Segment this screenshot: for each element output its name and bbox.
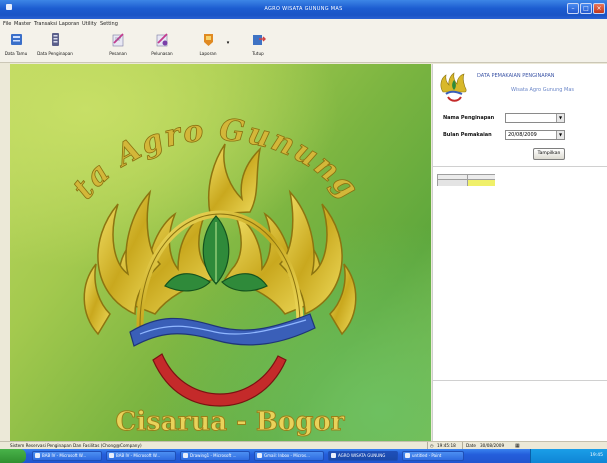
taskbar-item[interactable]: BAB IV - Microsoft W... — [106, 451, 176, 461]
chevron-down-icon: ▾ — [226, 40, 230, 46]
data-tamu-label: Data Tamu — [4, 51, 28, 56]
title-bar[interactable]: AGRO WISATA GUNUNG MAS – □ × — [0, 0, 607, 19]
nama-penginapan-label: Nama Penginapan — [443, 115, 495, 121]
toolbar: Data Tamu Data Penginapan Pesanan Peluna… — [0, 30, 607, 63]
laporan-dropdown-button[interactable]: ▾ — [224, 32, 232, 61]
menu-utility[interactable]: Utility — [82, 21, 97, 27]
bulan-pemakaian-select[interactable]: 20/08/2009 ▼ — [505, 130, 565, 140]
pesanan-label: Pesanan — [109, 51, 127, 56]
status-date-label: Date — [466, 443, 477, 448]
app-icon — [331, 453, 336, 458]
status-time: 19:45:18 — [437, 443, 456, 448]
menu-file[interactable]: File — [3, 21, 11, 27]
window-title: AGRO WISATA GUNUNG MAS — [264, 6, 343, 12]
location-text: Cisarua - Bogor — [116, 407, 345, 437]
taskbar: BAB IV - Microsoft W... BAB IV - Microso… — [0, 449, 607, 463]
panel-subtitle: Wisata Agro Gunung Mas — [511, 87, 574, 93]
main-window: AGRO WISATA GUNUNG MAS – □ × File Master… — [0, 0, 607, 449]
taskbar-item[interactable]: BAB IV - Microsoft W... — [32, 451, 102, 461]
taskbar-item-active[interactable]: AGRO WISATA GUNUNG — [328, 451, 398, 461]
taskbar-item-label: Drawing1 - Microsoft ... — [190, 453, 237, 458]
taskbar-item-label: BAB IV - Microsoft W... — [116, 453, 161, 458]
mini-logo-icon — [440, 72, 467, 102]
menu-bar: File Master Transaksi Laporan Utility Se… — [0, 19, 607, 30]
menu-transaksi[interactable]: Transaksi — [34, 21, 57, 27]
word-icon — [35, 453, 40, 458]
data-tamu-button[interactable]: Data Tamu — [2, 32, 30, 61]
minimize-icon[interactable]: – — [567, 3, 579, 14]
status-bar: Sistem Reservasi Penginapan Dan Fasilita… — [0, 441, 607, 449]
taskbar-item[interactable]: Gmail: Inbox - Micros... — [254, 451, 324, 461]
pelunasan-label: Pelunasan — [151, 51, 173, 56]
agro-wisata-logo: Wisata Agro Gunung Mas — [10, 64, 375, 437]
chevron-down-icon[interactable]: ▼ — [556, 114, 564, 122]
order-icon — [112, 33, 124, 47]
status-text: Sistem Reservasi Penginapan Dan Fasilita… — [10, 443, 142, 448]
menu-laporan[interactable]: Laporan — [59, 21, 79, 27]
bulan-pemakaian-value: 20/08/2009 — [508, 132, 537, 138]
payment-icon — [156, 33, 168, 47]
grid-selected-cell[interactable] — [468, 180, 495, 186]
taskbar-item-label: untitled - Paint — [412, 453, 442, 458]
panel-divider — [433, 166, 607, 167]
taskbar-item[interactable]: Drawing1 - Microsoft ... — [180, 451, 250, 461]
nama-penginapan-select[interactable]: ▼ — [505, 113, 565, 123]
grid-row-header — [438, 180, 468, 186]
tampilkan-button[interactable]: Tampilkan — [533, 148, 565, 160]
report-icon — [203, 34, 213, 46]
tutup-button[interactable]: Tutup — [246, 32, 270, 61]
taskbar-item-label: BAB IV - Microsoft W... — [42, 453, 87, 458]
menu-setting[interactable]: Setting — [100, 21, 118, 27]
pesanan-button[interactable]: Pesanan — [104, 32, 132, 61]
browser-icon — [257, 453, 262, 458]
visio-icon — [183, 453, 188, 458]
panel-divider — [433, 380, 607, 381]
tray-clock: 19:45 — [590, 453, 603, 458]
maximize-icon[interactable]: □ — [580, 3, 592, 14]
panel-title: DATA PEMAKAIAN PENGINAPAN — [477, 73, 555, 79]
clock-icon: ◷ — [430, 443, 434, 448]
guest-icon — [10, 34, 22, 45]
data-pemakaian-panel: DATA PEMAKAIAN PENGINAPAN Wisata Agro Gu… — [432, 64, 607, 442]
arc-logo-text: Wisata Agro Gunung Mas — [10, 64, 373, 217]
start-button[interactable] — [0, 449, 26, 463]
close-icon[interactable]: × — [593, 3, 605, 14]
laporan-button[interactable]: Laporan — [194, 32, 222, 61]
lodging-icon — [51, 33, 59, 46]
result-grid[interactable] — [437, 174, 495, 186]
pelunasan-button[interactable]: Pelunasan — [146, 32, 178, 61]
status-divider — [462, 442, 463, 449]
laporan-label: Laporan — [199, 51, 217, 56]
taskbar-item-label: Gmail: Inbox - Micros... — [264, 453, 310, 458]
status-date: 30/08/2009 — [480, 443, 505, 448]
data-penginapan-label: Data Penginapan — [37, 51, 73, 56]
chevron-down-icon[interactable]: ▼ — [556, 131, 564, 139]
svg-text:Wisata Agro Gunung Mas: Wisata Agro Gunung Mas — [10, 64, 375, 217]
close-app-icon — [252, 35, 266, 45]
menu-master[interactable]: Master — [14, 21, 31, 27]
bulan-pemakaian-label: Bulan Pemakaian — [443, 132, 492, 138]
logo-canvas: Wisata Agro Gunung Mas — [10, 64, 431, 442]
data-penginapan-button[interactable]: Data Penginapan — [34, 32, 76, 61]
word-icon — [109, 453, 114, 458]
taskbar-item-label: AGRO WISATA GUNUNG — [338, 453, 386, 458]
status-divider — [427, 442, 428, 449]
system-tray: 19:45 — [530, 449, 607, 463]
tutup-label: Tutup — [252, 51, 264, 56]
paint-icon — [405, 453, 410, 458]
taskbar-item[interactable]: untitled - Paint — [402, 451, 464, 461]
